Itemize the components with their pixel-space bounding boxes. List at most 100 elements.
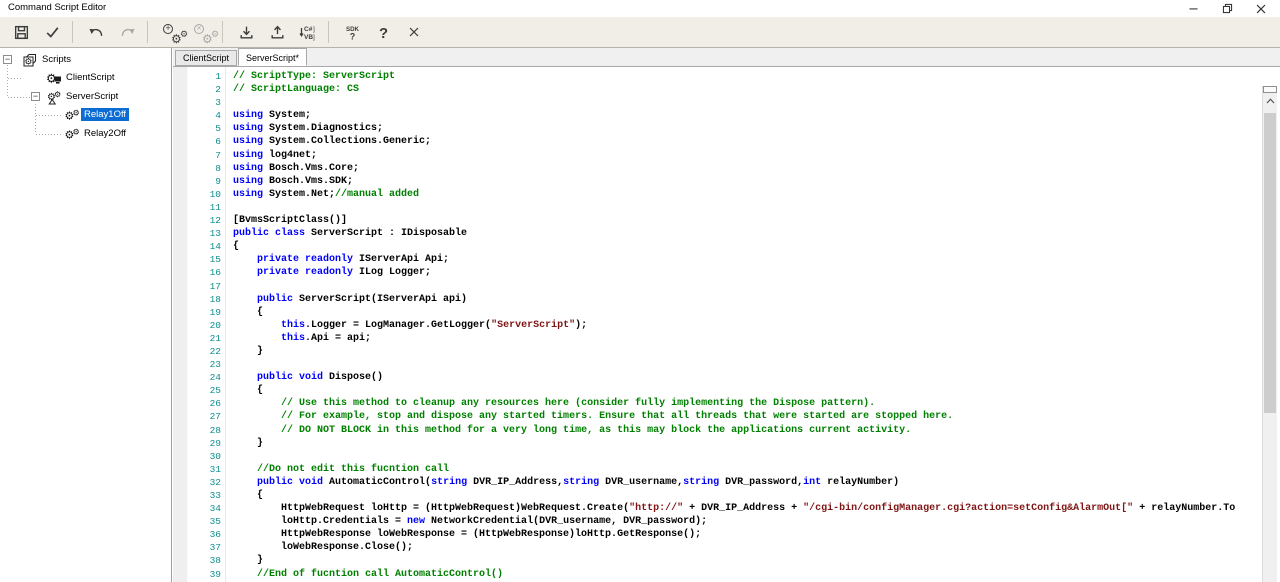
toolbar: ⚙⚙+⚙⚙× C#]VB] SDK?? — [0, 17, 1280, 48]
restore-window-button[interactable] — [1210, 0, 1244, 17]
code-line: 8using Bosch.Vms.Core; — [173, 162, 1262, 175]
line-number: 2 — [173, 83, 225, 96]
tree-expander-icon[interactable]: − — [31, 92, 40, 101]
svg-text:C#: C# — [304, 26, 313, 33]
add-script-button[interactable]: ⚙⚙+ — [157, 19, 185, 45]
line-number: 5 — [173, 122, 225, 135]
code-text — [225, 280, 1262, 293]
line-number: 20 — [173, 319, 225, 332]
redo-button[interactable] — [113, 19, 141, 45]
line-number: 17 — [173, 280, 225, 293]
code-line: 38 } — [173, 554, 1262, 567]
command-script-editor-window: Command Script Editor ⚙⚙+⚙⚙×C#]VB]SDK?? … — [0, 0, 1280, 582]
code-text: { — [225, 240, 1262, 253]
export-button[interactable] — [263, 19, 291, 45]
code-text: } — [225, 437, 1262, 450]
code-text: //Do not edit this fucntion call — [225, 463, 1262, 476]
line-number: 11 — [173, 201, 225, 214]
code-text: loHttp.Credentials = new NetworkCredenti… — [225, 515, 1262, 528]
tree-item-label: ClientScript — [63, 71, 118, 84]
scrollbar-thumb[interactable] — [1264, 113, 1276, 413]
close-window-button[interactable] — [1244, 0, 1278, 17]
code-text: // DO NOT BLOCK in this method for a ver… — [225, 424, 1262, 437]
code-text: loWebResponse.Close(); — [225, 541, 1262, 554]
code-line: 36 HttpWebResponse loWebResponse = (Http… — [173, 528, 1262, 541]
import-button[interactable] — [232, 19, 260, 45]
code-text: private readonly ILog Logger; — [225, 266, 1262, 279]
line-number: 30 — [173, 450, 225, 463]
toolbar-separator — [222, 21, 223, 43]
code-line: 26 // Use this method to cleanup any res… — [173, 397, 1262, 410]
code-line: 37 loWebResponse.Close(); — [173, 541, 1262, 554]
code-text: using Bosch.Vms.SDK; — [225, 175, 1262, 188]
scrollbar-split-handle[interactable] — [1263, 86, 1277, 93]
tree-item-relay1off[interactable]: ⚙⚙Relay1Off — [0, 106, 171, 124]
client-script-icon: ⚙ — [46, 70, 62, 86]
code-text: // ScriptType: ServerScript — [225, 70, 1262, 83]
code-text: { — [225, 489, 1262, 502]
line-number: 33 — [173, 489, 225, 502]
code-text: //End of fucntion call AutomaticControl(… — [225, 568, 1262, 581]
code-editor[interactable]: 1// ScriptType: ServerScript2// ScriptLa… — [173, 67, 1280, 582]
sdk-help-icon: SDK? — [344, 24, 361, 41]
code-line: 6using System.Collections.Generic; — [173, 135, 1262, 148]
editor-area: ClientScriptServerScript* 1// ScriptType… — [173, 48, 1280, 582]
code-line: 31 //Do not edit this fucntion call — [173, 463, 1262, 476]
close-icon — [1254, 2, 1268, 16]
line-number: 23 — [173, 358, 225, 371]
code-line: 18 public ServerScript(IServerApi api) — [173, 293, 1262, 306]
line-number: 25 — [173, 384, 225, 397]
line-number: 7 — [173, 149, 225, 162]
line-number: 8 — [173, 162, 225, 175]
code-line: 30 — [173, 450, 1262, 463]
code-text: { — [225, 384, 1262, 397]
code-text: using Bosch.Vms.Core; — [225, 162, 1262, 175]
code-lines: 1// ScriptType: ServerScript2// ScriptLa… — [173, 70, 1262, 582]
minimize-window-button[interactable] — [1176, 0, 1210, 17]
line-number: 10 — [173, 188, 225, 201]
code-text: using log4net; — [225, 149, 1262, 162]
tree-item-clientscript[interactable]: ⚙ClientScript — [0, 69, 171, 87]
svg-text:VB: VB — [304, 34, 313, 41]
line-number: 29 — [173, 437, 225, 450]
convert-cs-vb-button[interactable]: C#]VB] — [294, 19, 322, 45]
help-button[interactable]: ? — [369, 19, 397, 45]
line-number: 14 — [173, 240, 225, 253]
code-text: [BvmsScriptClass()] — [225, 214, 1262, 227]
script-icon: ⚙⚙ — [64, 107, 80, 123]
line-number: 13 — [173, 227, 225, 240]
validate-button[interactable] — [38, 19, 66, 45]
tab-strip: ClientScriptServerScript* — [173, 48, 1280, 67]
code-line: 3 — [173, 96, 1262, 109]
tree-item-label: Relay1Off — [81, 108, 129, 121]
line-number: 15 — [173, 253, 225, 266]
tab-serverscript[interactable]: ServerScript* — [238, 48, 307, 66]
tree-item-relay2off[interactable]: ⚙⚙Relay2Off — [0, 125, 171, 143]
save-button[interactable] — [7, 19, 35, 45]
tree-item-scripts[interactable]: −⚙Scripts — [0, 51, 171, 69]
code-text: public void Dispose() — [225, 371, 1262, 384]
code-text: using System; — [225, 109, 1262, 122]
code-line: 19 { — [173, 306, 1262, 319]
tab-clientscript[interactable]: ClientScript — [175, 50, 237, 66]
close-editor-button[interactable] — [400, 19, 428, 45]
code-text: } — [225, 554, 1262, 567]
tree-item-serverscript[interactable]: −⚙⚙ServerScript — [0, 88, 171, 106]
line-number: 18 — [173, 293, 225, 306]
check-icon — [44, 24, 61, 41]
undo-button[interactable] — [82, 19, 110, 45]
line-number: 1 — [173, 70, 225, 83]
floppy-icon — [13, 24, 30, 41]
delete-script-button[interactable]: ⚙⚙× — [188, 19, 216, 45]
scroll-up-button[interactable] — [1263, 94, 1277, 108]
tree-expander-icon[interactable]: − — [3, 55, 12, 64]
vertical-scrollbar[interactable] — [1262, 86, 1277, 582]
sdk-help-button[interactable]: SDK? — [338, 19, 366, 45]
window-title: Command Script Editor — [8, 2, 106, 13]
restore-icon — [1221, 2, 1234, 15]
code-line: 13public class ServerScript : IDisposabl… — [173, 227, 1262, 240]
code-line: 5using System.Diagnostics; — [173, 122, 1262, 135]
svg-text:]: ] — [313, 34, 315, 41]
line-number: 26 — [173, 397, 225, 410]
code-line: 33 { — [173, 489, 1262, 502]
